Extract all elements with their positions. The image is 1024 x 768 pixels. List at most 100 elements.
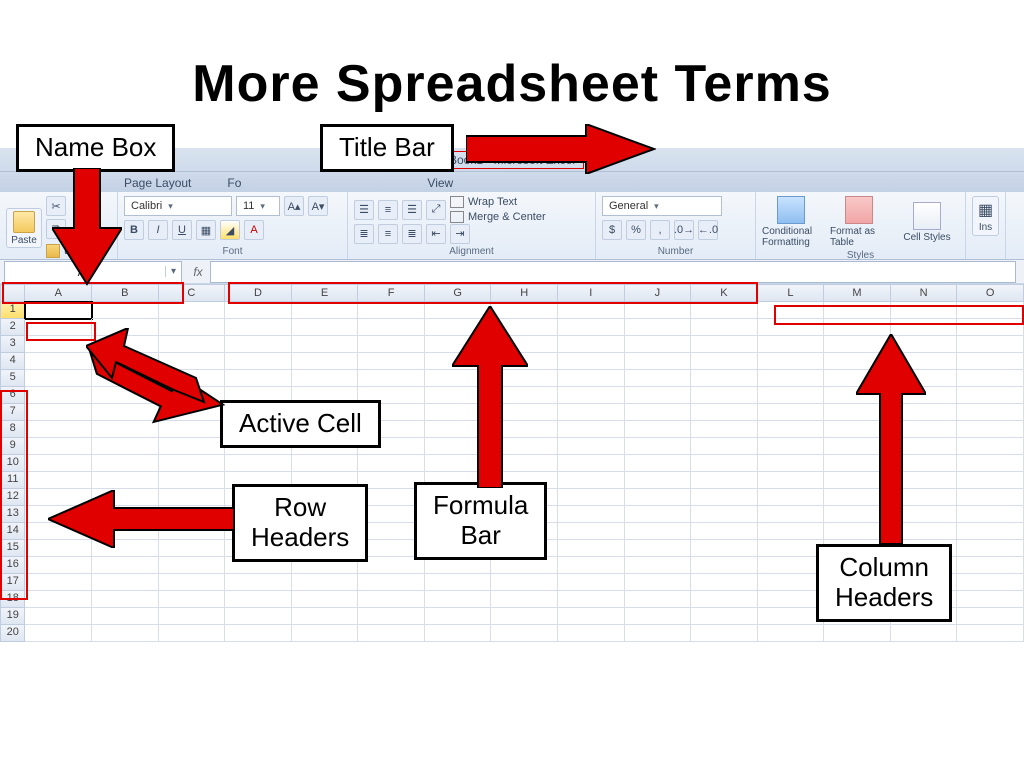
cell-O10[interactable] xyxy=(957,455,1024,472)
cell-O4[interactable] xyxy=(957,353,1024,370)
cell-O3[interactable] xyxy=(957,336,1024,353)
cell-G1[interactable] xyxy=(425,302,492,319)
column-header-E[interactable]: E xyxy=(292,284,359,302)
italic-button[interactable]: I xyxy=(148,220,168,240)
cell-L15[interactable] xyxy=(758,540,825,557)
cell-F3[interactable] xyxy=(358,336,425,353)
cell-I4[interactable] xyxy=(558,353,625,370)
cell-J7[interactable] xyxy=(625,404,692,421)
cell-J14[interactable] xyxy=(625,523,692,540)
cell-J15[interactable] xyxy=(625,540,692,557)
cell-H17[interactable] xyxy=(491,574,558,591)
cell-N14[interactable] xyxy=(891,523,958,540)
ribbon-tabs[interactable]: Page Layout Fo View xyxy=(0,172,1024,192)
cell-K7[interactable] xyxy=(691,404,758,421)
cell-E5[interactable] xyxy=(292,370,359,387)
cell-G18[interactable] xyxy=(425,591,492,608)
cell-O1[interactable] xyxy=(957,302,1024,319)
cell-D19[interactable] xyxy=(225,608,292,625)
cell-F5[interactable] xyxy=(358,370,425,387)
column-header-I[interactable]: I xyxy=(558,284,625,302)
cell-C15[interactable] xyxy=(159,540,226,557)
align-left-icon[interactable]: ≣ xyxy=(354,224,374,244)
cell-D20[interactable] xyxy=(225,625,292,642)
cell-G6[interactable] xyxy=(425,387,492,404)
cell-G2[interactable] xyxy=(425,319,492,336)
cell-A7[interactable] xyxy=(25,404,92,421)
cell-I15[interactable] xyxy=(558,540,625,557)
cell-I12[interactable] xyxy=(558,489,625,506)
cell-E18[interactable] xyxy=(292,591,359,608)
cell-C1[interactable] xyxy=(159,302,226,319)
cell-J5[interactable] xyxy=(625,370,692,387)
cell-J17[interactable] xyxy=(625,574,692,591)
cell-B10[interactable] xyxy=(92,455,159,472)
align-center-icon[interactable]: ≡ xyxy=(378,224,398,244)
row-header-4[interactable]: 4 xyxy=(0,353,25,370)
cell-I5[interactable] xyxy=(558,370,625,387)
cell-O7[interactable] xyxy=(957,404,1024,421)
cell-G3[interactable] xyxy=(425,336,492,353)
cell-O19[interactable] xyxy=(957,608,1024,625)
cell-B19[interactable] xyxy=(92,608,159,625)
column-header-J[interactable]: J xyxy=(625,284,692,302)
cell-K5[interactable] xyxy=(691,370,758,387)
cell-A19[interactable] xyxy=(25,608,92,625)
cell-A1[interactable] xyxy=(25,302,92,319)
cell-K8[interactable] xyxy=(691,421,758,438)
cell-G7[interactable] xyxy=(425,404,492,421)
column-header-K[interactable]: K xyxy=(691,284,758,302)
cell-A9[interactable] xyxy=(25,438,92,455)
font-size-combo[interactable]: 11▾ xyxy=(236,196,280,216)
cell-A12[interactable] xyxy=(25,489,92,506)
cell-F10[interactable] xyxy=(358,455,425,472)
name-box[interactable]: A1 ▾ xyxy=(4,261,182,283)
cell-F4[interactable] xyxy=(358,353,425,370)
cell-I9[interactable] xyxy=(558,438,625,455)
cell-O2[interactable] xyxy=(957,319,1024,336)
cell-I20[interactable] xyxy=(558,625,625,642)
cell-H3[interactable] xyxy=(491,336,558,353)
cell-A4[interactable] xyxy=(25,353,92,370)
row-header-18[interactable]: 18 xyxy=(0,591,25,608)
cell-O9[interactable] xyxy=(957,438,1024,455)
cell-A13[interactable] xyxy=(25,506,92,523)
cell-J10[interactable] xyxy=(625,455,692,472)
cell-N8[interactable] xyxy=(891,421,958,438)
cell-B11[interactable] xyxy=(92,472,159,489)
cell-K9[interactable] xyxy=(691,438,758,455)
cell-A16[interactable] xyxy=(25,557,92,574)
row-header-15[interactable]: 15 xyxy=(0,540,25,557)
cell-J11[interactable] xyxy=(625,472,692,489)
cell-G9[interactable] xyxy=(425,438,492,455)
cell-L12[interactable] xyxy=(758,489,825,506)
name-box-dropdown-icon[interactable]: ▾ xyxy=(165,266,181,277)
cell-B7[interactable] xyxy=(92,404,159,421)
cell-O8[interactable] xyxy=(957,421,1024,438)
cell-B16[interactable] xyxy=(92,557,159,574)
cell-K4[interactable] xyxy=(691,353,758,370)
cell-M9[interactable] xyxy=(824,438,891,455)
cell-N3[interactable] xyxy=(891,336,958,353)
column-header-B[interactable]: B xyxy=(92,284,159,302)
cell-A11[interactable] xyxy=(25,472,92,489)
format-painter[interactable]: t Painter xyxy=(46,242,105,260)
cell-K2[interactable] xyxy=(691,319,758,336)
cell-J18[interactable] xyxy=(625,591,692,608)
cell-K15[interactable] xyxy=(691,540,758,557)
cell-L16[interactable] xyxy=(758,557,825,574)
cell-O18[interactable] xyxy=(957,591,1024,608)
cell-M2[interactable] xyxy=(824,319,891,336)
align-mid-icon[interactable]: ≡ xyxy=(378,200,398,220)
row-header-1[interactable]: 1 xyxy=(0,302,25,319)
cell-G8[interactable] xyxy=(425,421,492,438)
cell-L13[interactable] xyxy=(758,506,825,523)
cell-C16[interactable] xyxy=(159,557,226,574)
fx-label[interactable]: fx xyxy=(186,265,210,279)
cell-L8[interactable] xyxy=(758,421,825,438)
cell-I6[interactable] xyxy=(558,387,625,404)
cell-L19[interactable] xyxy=(758,608,825,625)
column-headers[interactable]: ABCDEFGHIJKLMNO xyxy=(0,284,1024,302)
cell-H5[interactable] xyxy=(491,370,558,387)
cell-A18[interactable] xyxy=(25,591,92,608)
